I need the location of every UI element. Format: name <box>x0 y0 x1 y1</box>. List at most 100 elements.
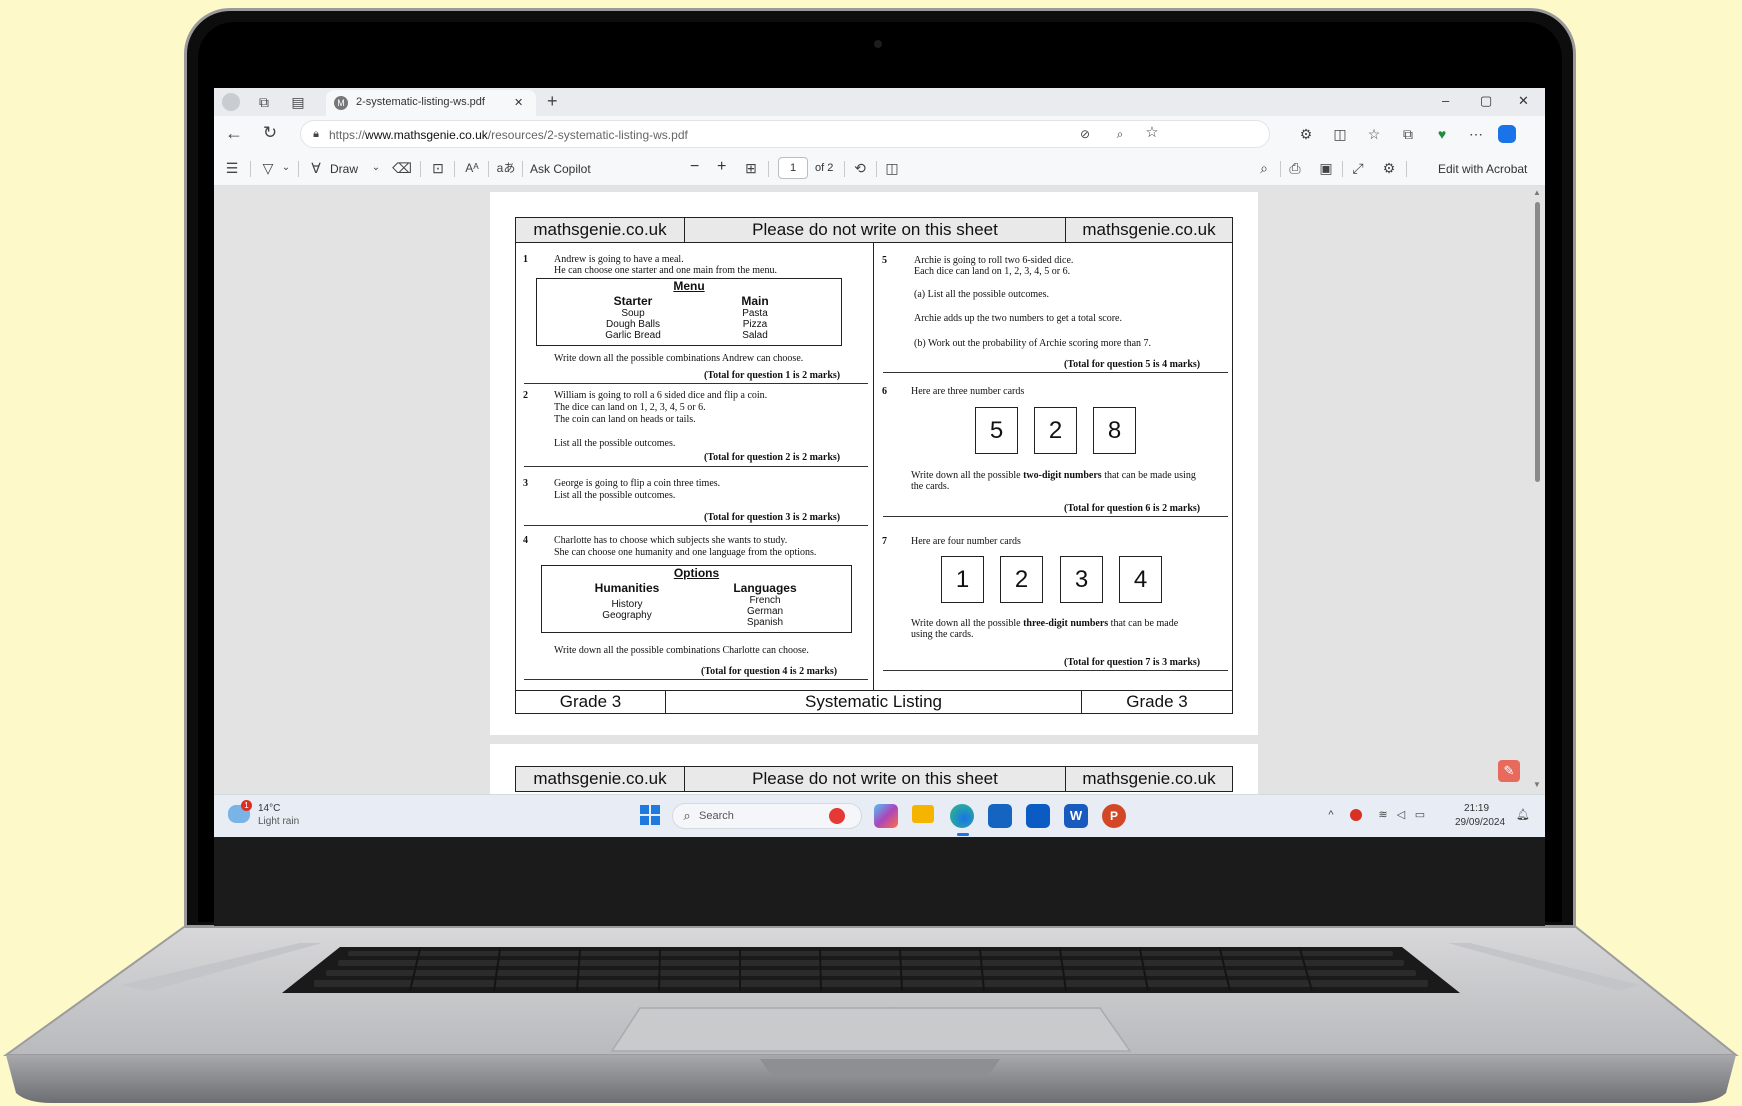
page-number-input[interactable]: 1 <box>778 157 808 179</box>
profile-icon[interactable] <box>222 93 240 111</box>
zoom-in-button[interactable]: + <box>717 158 726 176</box>
highlight-icon[interactable]: ▽ <box>258 158 278 178</box>
scrollbar[interactable]: ▲ ▼ <box>1532 188 1542 792</box>
tab-pdf[interactable]: M 2-systematic-listing-ws.pdf ✕ <box>326 90 536 116</box>
edit-with-acrobat-button[interactable]: Edit with Acrobat <box>1438 162 1527 176</box>
q3-line1: George is going to flip a coin three tim… <box>554 478 721 489</box>
q4-instruction: Write down all the possible combinations… <box>554 645 809 656</box>
eraser-icon[interactable]: ⌫ <box>392 158 412 178</box>
pdf-toolbar: ☰ ▽ ⌄ ∀ Draw ⌄ ⌫ ⊡ Aᴬ aあ Ask Copilot − +… <box>214 152 1545 186</box>
wifi-icon[interactable]: ≋ <box>1376 805 1390 825</box>
edge-browser-icon[interactable] <box>950 804 974 828</box>
page-view-icon[interactable]: ◫ <box>882 158 902 178</box>
language-item: German <box>746 606 784 617</box>
humanities-heading: Humanities <box>594 581 660 595</box>
q5-rule <box>883 372 1228 373</box>
browser-essentials-icon[interactable]: ♥ <box>1432 124 1452 144</box>
acrobat-icon[interactable]: ✎ <box>1498 760 1520 782</box>
q2-marks: (Total for question 2 is 2 marks) <box>704 452 841 463</box>
q4-line2: She can choose one humanity and one lang… <box>554 547 817 558</box>
workspaces-icon[interactable]: ⧉ <box>254 92 274 112</box>
languages-list: French German Spanish <box>722 595 808 628</box>
save-icon[interactable]: ▣ <box>1316 158 1336 178</box>
starter-item: Garlic Bread <box>605 330 661 341</box>
chevron-down-icon[interactable]: ⌄ <box>280 158 292 178</box>
draw-icon[interactable]: ∀ <box>306 158 326 178</box>
url-field[interactable]: 🔒︎ https://www.mathsgenie.co.uk/resource… <box>300 120 1270 148</box>
worksheet-header: mathsgenie.co.uk Please do not write on … <box>515 217 1233 243</box>
store-icon[interactable] <box>988 804 1012 828</box>
tab-close-icon[interactable]: ✕ <box>514 96 523 109</box>
copilot-icon[interactable] <box>874 804 898 828</box>
clock-time[interactable]: 21:19 <box>1464 803 1489 814</box>
main-item: Pasta <box>742 308 768 319</box>
starter-item: Dough Balls <box>606 319 660 330</box>
ask-copilot-button[interactable]: Ask Copilot <box>530 162 591 176</box>
q5-middle: Archie adds up the two numbers to get a … <box>914 313 1122 324</box>
windows-taskbar: 1 14°C Light rain ⌕ Search W P ^ ≋ ◁ ▭ 2… <box>214 794 1545 837</box>
more-menu-icon[interactable]: ⋯ <box>1466 124 1486 144</box>
print-icon[interactable]: ⎙ <box>1285 158 1305 178</box>
q7-intro: Here are four number cards <box>911 536 1021 547</box>
weather-desc[interactable]: Light rain <box>258 816 299 827</box>
close-window-button[interactable]: ✕ <box>1518 93 1529 109</box>
address-bar: ← ↻ 🔒︎ https://www.mathsgenie.co.uk/reso… <box>214 116 1545 152</box>
notification-bell-icon[interactable]: 🔔︎ <box>1516 805 1530 825</box>
security-icon[interactable] <box>1350 809 1362 821</box>
back-icon[interactable]: ← <box>224 123 244 143</box>
zoom-out-button[interactable]: − <box>690 158 699 176</box>
zoom-icon[interactable]: ⌕ <box>1111 124 1129 144</box>
powerpoint-icon[interactable]: P <box>1102 804 1126 828</box>
split-screen-icon[interactable]: ◫ <box>1330 124 1350 144</box>
q3-number: 3 <box>523 478 528 489</box>
scroll-down-icon[interactable]: ▼ <box>1533 780 1541 789</box>
rotate-icon[interactable]: ⟲ <box>850 158 870 178</box>
fit-width-icon[interactable]: ⊞ <box>741 158 761 178</box>
weather-temp[interactable]: 14°C <box>258 803 280 814</box>
fullscreen-icon[interactable]: ⤢ <box>1348 158 1368 178</box>
refresh-icon[interactable]: ↻ <box>260 123 280 143</box>
browser-tab-bar: ⧉ ▤ M 2-systematic-listing-ws.pdf ✕ + – … <box>214 88 1545 116</box>
settings-gear-icon[interactable]: ⚙ <box>1379 158 1399 178</box>
draw-button[interactable]: Draw <box>330 162 358 176</box>
header-left: mathsgenie.co.uk <box>516 218 685 242</box>
q6-rule <box>883 516 1228 517</box>
favorite-star-icon[interactable]: ☆ <box>1143 123 1161 143</box>
separator <box>876 161 877 177</box>
reader-icon[interactable]: ⊘ <box>1076 124 1094 144</box>
vertical-tabs-icon[interactable]: ▤ <box>288 92 308 112</box>
restore-button[interactable]: ▢ <box>1480 93 1492 109</box>
chevron-up-icon[interactable]: ^ <box>1324 805 1338 825</box>
q2-line1: William is going to roll a 6 sided dice … <box>554 390 768 401</box>
mail-icon[interactable] <box>1026 804 1050 828</box>
clock-date[interactable]: 29/09/2024 <box>1455 817 1505 828</box>
start-windows-icon[interactable] <box>640 805 660 825</box>
favorites-icon[interactable]: ☆ <box>1364 124 1384 144</box>
new-tab-button[interactable]: + <box>547 91 558 112</box>
chevron-down-icon[interactable]: ⌄ <box>370 158 382 178</box>
battery-icon[interactable]: ▭ <box>1412 805 1428 825</box>
search-icon[interactable]: ⌕ <box>1254 158 1274 178</box>
translate-icon[interactable]: aあ <box>496 158 516 178</box>
pdf-viewer[interactable]: mathsgenie.co.uk Please do not write on … <box>214 186 1545 804</box>
word-icon[interactable]: W <box>1064 804 1088 828</box>
worksheet-header: mathsgenie.co.uk Please do not write on … <box>515 766 1233 792</box>
scrollbar-thumb[interactable] <box>1535 202 1540 482</box>
extensions-icon[interactable]: ⚙ <box>1296 124 1316 144</box>
file-explorer-icon[interactable] <box>912 805 934 823</box>
separator <box>250 161 251 177</box>
main-heading: Main <box>741 294 769 308</box>
minimize-button[interactable]: – <box>1442 93 1449 108</box>
pdf-page-1: mathsgenie.co.uk Please do not write on … <box>490 192 1258 735</box>
text-box-icon[interactable]: ⊡ <box>428 158 448 178</box>
copilot-icon[interactable] <box>1498 125 1516 143</box>
scroll-up-icon[interactable]: ▲ <box>1533 188 1541 197</box>
volume-icon[interactable]: ◁ <box>1394 805 1408 825</box>
read-aloud-icon[interactable]: Aᴬ <box>462 158 482 178</box>
contents-icon[interactable]: ☰ <box>222 158 242 178</box>
number-card: 4 <box>1119 556 1162 603</box>
collections-icon[interactable]: ⧉ <box>1398 124 1418 144</box>
q7-rule <box>883 670 1228 671</box>
number-card: 1 <box>941 556 984 603</box>
taskbar-search[interactable]: ⌕ Search <box>672 803 862 829</box>
